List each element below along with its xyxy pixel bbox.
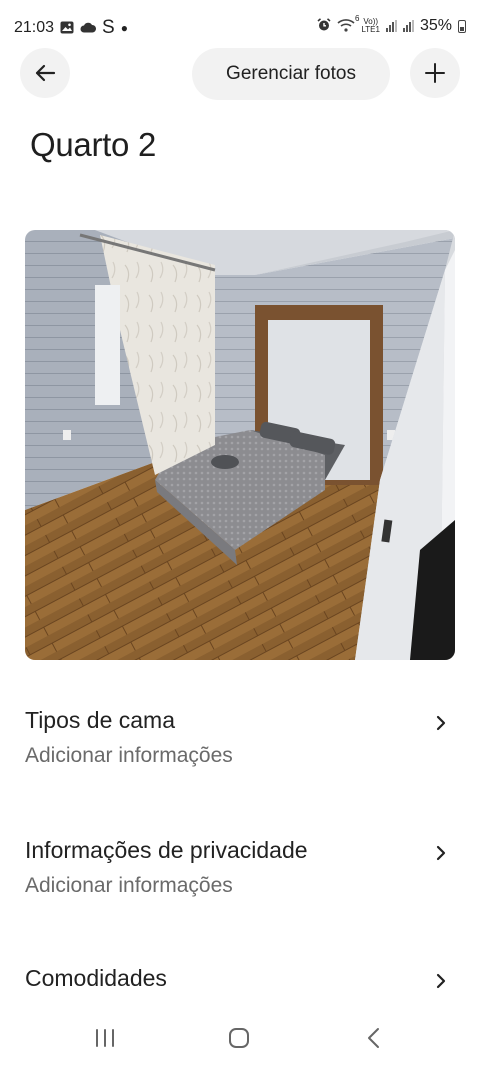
battery-text: 35% [419,17,452,34]
dot-icon: ● [120,21,128,35]
status-left: 21:03 S ● [14,17,128,39]
status-bar: 21:03 S ● 6 Vo)) LTE1 35% [0,0,480,52]
list-item-amenities[interactable]: Comodidades [25,965,455,992]
recents-icon [96,1029,114,1047]
arrow-left-icon [35,64,56,82]
wifi-badge: 6 [354,13,360,23]
list-item-subtitle: Adicionar informações [25,874,233,897]
back-button[interactable] [20,48,70,98]
plus-icon [425,63,445,83]
list-item-privacy[interactable]: Informações de privacidade Adicionar inf… [25,837,455,898]
list-item-subtitle: Adicionar informações [25,744,233,767]
add-button[interactable] [410,48,460,98]
network-label: Vo)) LTE1 [361,18,380,34]
cloud-icon [80,21,97,35]
app-letter-icon: S [102,17,115,38]
manage-photos-label: Gerenciar fotos [226,63,356,84]
room-photo[interactable] [25,230,455,660]
chevron-right-icon [435,845,447,866]
back-icon [368,1028,379,1048]
status-right: 6 Vo)) LTE1 35% [317,14,466,35]
wifi-icon: 6 [337,14,359,34]
signal-icon-2 [402,20,414,32]
list-item-title: Comodidades [25,965,167,991]
chevron-right-icon [435,973,447,994]
alarm-icon [317,18,331,34]
nav-back-button[interactable] [344,1020,404,1056]
manage-photos-button[interactable]: Gerenciar fotos [192,48,390,100]
page-title: Quarto 2 [30,126,157,163]
home-icon [229,1028,249,1048]
nav-recents-button[interactable] [75,1020,135,1056]
list-item-title: Tipos de cama [25,707,175,733]
nav-home-button[interactable] [209,1020,269,1056]
chevron-right-icon [435,715,447,736]
list-item-title: Informações de privacidade [25,837,308,863]
signal-icon-1 [385,20,397,32]
battery-icon [458,19,466,33]
network-bottom: LTE1 [361,25,380,34]
list-item-bed-types[interactable]: Tipos de cama Adicionar informações [25,707,455,768]
status-time: 21:03 [14,19,55,36]
gallery-icon [60,21,74,36]
